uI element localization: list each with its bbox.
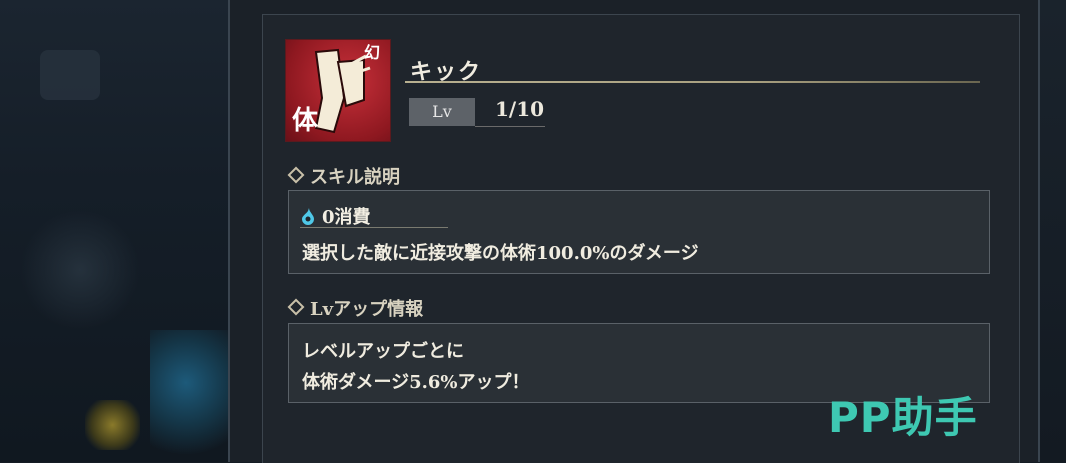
blurred-background-element: [150, 330, 240, 462]
cost-drop-icon: [302, 208, 314, 225]
level-underline: [475, 126, 545, 127]
description-title-text: スキル説明: [310, 167, 400, 188]
level-badge: Lv: [409, 98, 475, 126]
cost-row: 0消費: [300, 203, 371, 229]
diamond-bullet-icon: [287, 166, 305, 184]
skill-icon: 幻 体: [286, 40, 390, 141]
diamond-bullet-icon: [287, 298, 305, 316]
blurred-background-element: [20, 210, 140, 330]
cost-underline: [300, 227, 448, 228]
levelup-title-text: Lvアップ情報: [310, 299, 424, 320]
blurred-menu-icon: [40, 50, 100, 100]
levelup-text-line2: 体術ダメージ5.6%アップ！: [302, 372, 530, 393]
background-left: [0, 0, 240, 462]
blurred-background-element: [85, 400, 140, 450]
description-text: 選択した敵に近接攻撃の体術100.0%のダメージ: [302, 243, 699, 264]
levelup-section-title: Lvアップ情報: [287, 295, 424, 321]
level-value: 1/10: [495, 97, 545, 121]
description-section-title: スキル説明: [287, 163, 400, 189]
svg-text:幻: 幻: [364, 43, 380, 62]
name-divider: [405, 81, 980, 83]
skill-type-label: 体: [292, 106, 319, 136]
watermark-logo: PP助手: [828, 393, 978, 442]
levelup-text-line1: レベルアップごとに: [302, 341, 464, 362]
cost-text: 0消費: [322, 207, 371, 228]
